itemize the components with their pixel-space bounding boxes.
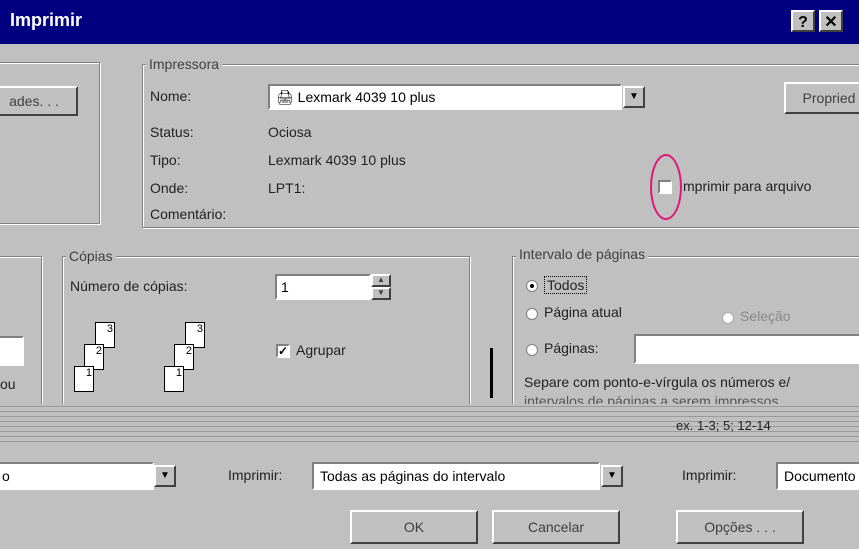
page-range-example: ex. 1-3; 5; 12-14 <box>676 418 771 433</box>
copies-number-label: Número de cópias: <box>70 278 188 294</box>
pages-radio[interactable] <box>526 344 538 356</box>
copies-group-title: Cópias <box>66 248 116 264</box>
printer-group-title: Impressora <box>146 56 223 72</box>
where-label: Onde: <box>150 180 189 196</box>
print-to-file-label[interactable]: mprimir para arquivo <box>683 178 811 194</box>
status-label: Status: <box>150 124 194 140</box>
chevron-down-icon[interactable]: ▼ <box>601 465 623 487</box>
printer-name-value: Lexmark 4039 10 plus <box>297 89 436 105</box>
properties-button[interactable]: Propried <box>784 82 859 114</box>
page-icon: 1 <box>164 366 184 392</box>
chevron-down-icon[interactable]: ▼ <box>154 465 176 487</box>
collate-label[interactable]: Agrupar <box>296 342 346 358</box>
all-pages-radio[interactable] <box>526 280 538 292</box>
page-icon: 1 <box>74 366 94 392</box>
window-title: Imprimir <box>10 10 83 30</box>
type-value: Lexmark 4039 10 plus <box>268 152 406 168</box>
page-range-group-title: Intervalo de páginas <box>516 246 649 262</box>
left-properties-button[interactable]: ades. . . <box>0 86 78 116</box>
pages-label[interactable]: Páginas: <box>544 340 598 356</box>
left-lower-input[interactable] <box>0 336 24 366</box>
collate-illustration-left: 3 2 1 <box>70 322 160 402</box>
current-page-label[interactable]: Página atual <box>544 304 622 320</box>
spin-up-button[interactable]: ▲ <box>371 274 391 287</box>
ok-button[interactable]: OK <box>350 510 478 544</box>
selection-radio[interactable] <box>722 312 734 324</box>
cancel-button[interactable]: Cancelar <box>492 510 620 544</box>
print-range-select[interactable]: Todas as páginas do intervalo <box>312 462 600 490</box>
divider <box>490 348 493 398</box>
pages-input[interactable] <box>634 334 859 364</box>
where-value: LPT1: <box>268 180 306 196</box>
highlight-ellipse <box>650 154 682 220</box>
close-button[interactable]: ✕ <box>819 10 843 32</box>
print-range-label: Imprimir: <box>228 467 283 483</box>
page-range-hint-line1: Separe com ponto-e-vírgula os números e/ <box>524 374 791 390</box>
status-value: Ociosa <box>268 124 312 140</box>
options-button[interactable]: Opções . . . <box>676 510 804 544</box>
left-bottom-select[interactable]: o <box>0 462 154 490</box>
copies-number-input[interactable]: 1 <box>275 274 371 300</box>
print-what-label: Imprimir: <box>682 467 737 483</box>
printer-name-select[interactable]: 🖨 Lexmark 4039 10 plus <box>268 84 622 110</box>
all-pages-label[interactable]: Todos <box>544 276 588 294</box>
spin-down-button[interactable]: ▼ <box>371 287 391 300</box>
title-bar: Imprimir ? ✕ <box>0 0 859 44</box>
chevron-down-icon[interactable]: ▼ <box>623 86 645 108</box>
current-page-radio[interactable] <box>526 308 538 320</box>
collate-checkbox[interactable]: ✓ <box>276 344 290 358</box>
comment-label: Comentário: <box>150 206 227 222</box>
printer-name-label: Nome: <box>150 88 192 104</box>
type-label: Tipo: <box>150 152 181 168</box>
collate-illustration-right: 3 2 1 <box>160 322 250 402</box>
selection-label[interactable]: Seleção <box>740 308 791 324</box>
print-what-select[interactable]: Documento <box>776 462 859 490</box>
printer-icon: 🖨 <box>276 89 294 105</box>
left-partial-text: ou <box>0 376 16 392</box>
help-button[interactable]: ? <box>791 10 815 32</box>
